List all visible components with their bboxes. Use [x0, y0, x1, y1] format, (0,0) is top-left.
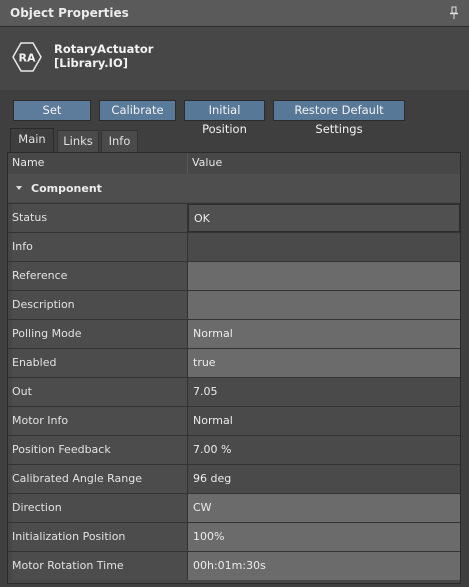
initial-position-button[interactable]: Initial Position	[184, 100, 265, 136]
calibrate-button[interactable]: Calibrate	[99, 100, 176, 121]
column-divider[interactable]	[187, 153, 188, 173]
object-header: RA RotaryActuator [Library.IO]	[0, 27, 469, 90]
property-row-motor-info[interactable]: Motor Info Normal	[8, 406, 460, 435]
property-name: Enabled	[12, 349, 187, 377]
property-value-input[interactable]: 00h:01m:30s	[188, 552, 460, 580]
logo-text: RA	[19, 52, 36, 65]
property-value-input[interactable]	[188, 262, 460, 290]
property-row-polling-mode[interactable]: Polling Mode Normal	[8, 319, 460, 348]
value-column-header[interactable]: Value	[192, 156, 222, 169]
property-name: Reference	[12, 262, 187, 290]
property-row-initialization-position[interactable]: Initialization Position 100%	[8, 522, 460, 551]
property-value-input[interactable]: CW	[188, 494, 460, 522]
property-name: Initialization Position	[12, 523, 187, 551]
property-row-status[interactable]: Status OK	[8, 203, 460, 232]
property-value: 7.00 %	[188, 436, 460, 464]
panel-titlebar: Object Properties	[0, 0, 469, 27]
property-value-input[interactable]: 100%	[188, 523, 460, 551]
property-name: Status	[12, 204, 187, 232]
tab-bar: Main Links Info	[0, 128, 469, 152]
property-value-input[interactable]: Normal	[188, 320, 460, 348]
property-name: Position Feedback	[12, 436, 187, 464]
set-button[interactable]: Set	[13, 100, 91, 121]
object-name: RotaryActuator [Library.IO]	[54, 42, 153, 70]
property-row-info[interactable]: Info	[8, 232, 460, 261]
tab-main[interactable]: Main	[10, 128, 54, 152]
property-name: Direction	[12, 494, 187, 522]
chevron-down-icon[interactable]	[16, 186, 22, 190]
tab-info[interactable]: Info	[101, 130, 138, 152]
property-name: Description	[12, 291, 187, 319]
property-value	[188, 233, 460, 261]
property-value-input[interactable]	[188, 291, 460, 319]
property-row-reference[interactable]: Reference	[8, 261, 460, 290]
property-name: Calibrated Angle Range	[12, 465, 187, 493]
object-library: [Library.IO]	[54, 56, 128, 70]
property-row-out[interactable]: Out 7.05	[8, 377, 460, 406]
property-row-position-feedback[interactable]: Position Feedback 7.00 %	[8, 435, 460, 464]
property-name: Out	[12, 378, 187, 406]
object-type: RotaryActuator	[54, 42, 154, 56]
pin-icon[interactable]	[449, 6, 459, 20]
property-value: 7.05	[188, 378, 460, 406]
property-name: Motor Info	[12, 407, 187, 435]
property-row-calibrated-angle-range[interactable]: Calibrated Angle Range 96 deg	[8, 464, 460, 493]
section-component[interactable]: Component	[8, 174, 460, 202]
restore-default-settings-button[interactable]: Restore Default Settings	[273, 100, 405, 136]
property-value: Normal	[188, 407, 460, 435]
rotary-actuator-icon: RA	[11, 41, 43, 73]
section-label: Component	[31, 182, 102, 195]
property-name: Info	[12, 233, 187, 261]
property-value-input[interactable]: true	[188, 349, 460, 377]
property-value: 96 deg	[188, 465, 460, 493]
property-name: Polling Mode	[12, 320, 187, 348]
property-row-description[interactable]: Description	[8, 290, 460, 319]
property-row-enabled[interactable]: Enabled true	[8, 348, 460, 377]
property-row-motor-rotation-time[interactable]: Motor Rotation Time 00h:01m:30s	[8, 551, 460, 580]
property-row-direction[interactable]: Direction CW	[8, 493, 460, 522]
property-value: OK	[188, 204, 460, 232]
column-header: Name Value	[8, 153, 460, 173]
property-grid: Name Value Component Status OK Info Refe…	[7, 152, 461, 584]
tab-links[interactable]: Links	[57, 130, 99, 152]
name-column-header[interactable]: Name	[12, 156, 44, 169]
property-name: Motor Rotation Time	[12, 552, 187, 580]
panel-title: Object Properties	[10, 6, 129, 20]
